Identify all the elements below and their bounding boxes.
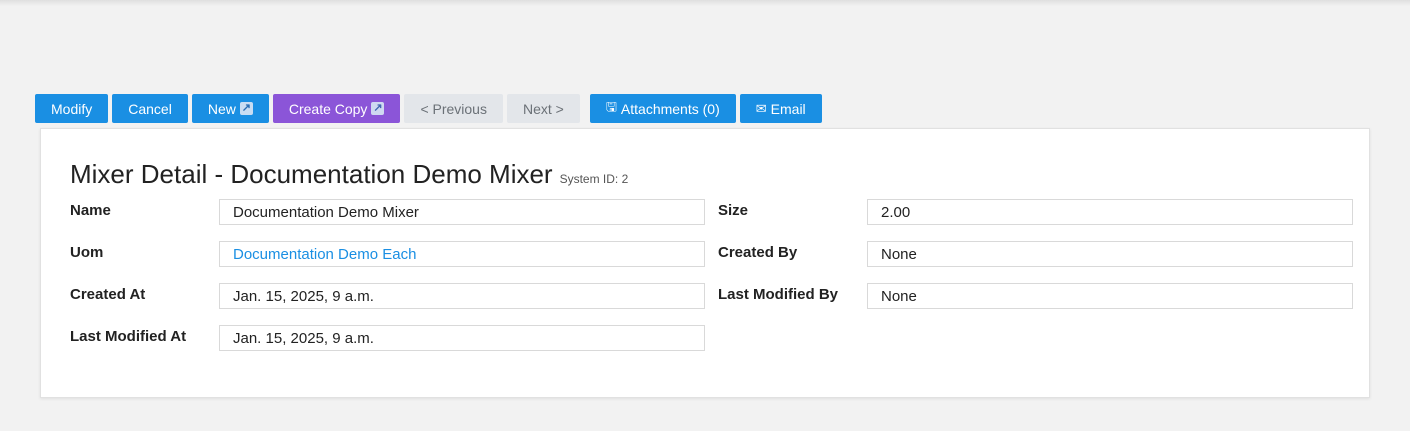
create-copy-button[interactable]: Create Copy ↗ (272, 94, 401, 123)
last-modified-at-label: Last Modified At (70, 328, 187, 345)
cancel-button[interactable]: Cancel (112, 94, 188, 123)
next-button-label: Next > (522, 100, 564, 117)
previous-button[interactable]: < Previous (404, 94, 503, 123)
size-value: 2.00 (867, 199, 1353, 225)
last-modified-by-value: None (867, 283, 1353, 309)
created-at-value: Jan. 15, 2025, 9 a.m. (219, 283, 705, 309)
uom-link[interactable]: Documentation Demo Each (219, 241, 705, 267)
title-row: Mixer Detail - Documentation Demo Mixer … (70, 159, 628, 190)
create-copy-button-label: Create Copy (288, 100, 368, 117)
action-toolbar: Modify Cancel New ↗ Create Copy ↗ < Prev… (35, 94, 822, 123)
previous-button-label: < Previous (420, 100, 487, 117)
attachments-button-label: Attachments (0) (620, 100, 720, 117)
modify-button-label: Modify (51, 100, 93, 117)
envelope-icon: ✉ (755, 100, 767, 116)
cancel-button-label: Cancel (128, 100, 172, 117)
external-link-icon: ↗ (239, 102, 253, 115)
modify-button[interactable]: Modify (35, 94, 109, 123)
created-by-label: Created By (718, 244, 798, 261)
external-link-icon: ↗ (371, 102, 385, 115)
last-modified-by-label: Last Modified By (718, 286, 839, 303)
system-id: System ID: 2 (559, 172, 629, 186)
size-label: Size (718, 202, 749, 219)
uom-label: Uom (70, 244, 104, 261)
attachments-button[interactable]: 🖫 Attachments (0) (589, 94, 736, 123)
email-button[interactable]: ✉ Email (739, 94, 822, 123)
created-by-value: None (867, 241, 1353, 267)
detail-card: Mixer Detail - Documentation Demo Mixer … (40, 128, 1370, 398)
last-modified-at-value: Jan. 15, 2025, 9 a.m. (219, 325, 705, 351)
created-at-label: Created At (70, 286, 146, 303)
page-title: Mixer Detail - Documentation Demo Mixer (70, 159, 553, 189)
new-button[interactable]: New ↗ (191, 94, 269, 123)
name-label: Name (70, 202, 111, 219)
floppy-disk-icon: 🖫 (605, 98, 617, 114)
name-value: Documentation Demo Mixer (219, 199, 705, 225)
new-button-label: New (207, 100, 236, 117)
email-button-label: Email (770, 100, 806, 117)
next-button[interactable]: Next > (506, 94, 580, 123)
header-shadow (0, 0, 1410, 6)
